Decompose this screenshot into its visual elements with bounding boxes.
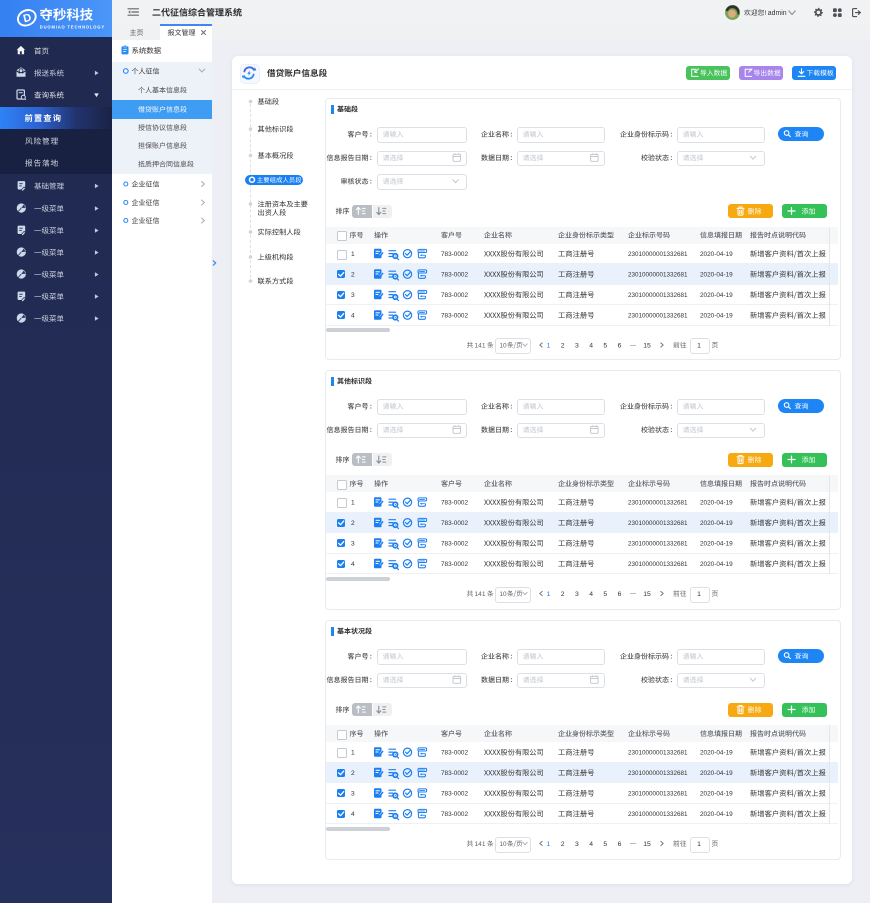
- svg-text:2: 2: [561, 841, 565, 848]
- svg-text:783-0002: 783-0002: [441, 770, 468, 777]
- svg-text:4: 4: [589, 841, 593, 848]
- svg-text:3: 3: [351, 541, 355, 548]
- svg-text:4: 4: [351, 561, 355, 568]
- svg-text:23010000001332681: 23010000001332681: [628, 561, 688, 568]
- svg-text:2020-04-19: 2020-04-19: [700, 313, 733, 320]
- svg-text:783-0002: 783-0002: [441, 561, 468, 568]
- svg-text:2020-04-19: 2020-04-19: [700, 520, 733, 527]
- svg-text:23010000001332681: 23010000001332681: [628, 292, 688, 299]
- svg-text:2: 2: [561, 591, 565, 598]
- svg-text:2: 2: [351, 272, 355, 279]
- svg-text:4: 4: [589, 342, 593, 349]
- svg-text:141: 141: [475, 841, 486, 848]
- svg-text:23010000001332681: 23010000001332681: [628, 770, 688, 777]
- svg-text:15: 15: [643, 841, 651, 848]
- svg-text:23010000001332681: 23010000001332681: [628, 251, 688, 258]
- svg-text:783-0002: 783-0002: [441, 313, 468, 320]
- svg-text:2020-04-19: 2020-04-19: [700, 251, 733, 258]
- svg-text:4: 4: [351, 811, 355, 818]
- svg-text:—: —: [630, 841, 637, 848]
- svg-text:2: 2: [351, 520, 355, 527]
- svg-text:1: 1: [351, 500, 355, 507]
- svg-text:15: 15: [643, 591, 651, 598]
- svg-text:23010000001332681: 23010000001332681: [628, 271, 688, 278]
- svg-text:23010000001332681: 23010000001332681: [628, 499, 688, 506]
- svg-text:2020-04-19: 2020-04-19: [700, 272, 733, 279]
- svg-text:783-0002: 783-0002: [441, 292, 468, 299]
- svg-text:1: 1: [697, 841, 701, 848]
- svg-text:1: 1: [547, 841, 551, 848]
- svg-text:783-0002: 783-0002: [441, 251, 468, 258]
- svg-text:23010000001332681: 23010000001332681: [628, 520, 688, 527]
- svg-text:4: 4: [589, 591, 593, 598]
- svg-text:DUOMIAO TECHNOLOGY: DUOMIAO TECHNOLOGY: [40, 24, 105, 29]
- svg-text:5: 5: [603, 841, 607, 848]
- svg-text:1: 1: [547, 342, 551, 349]
- svg-text:3: 3: [351, 791, 355, 798]
- svg-text:15: 15: [643, 342, 651, 349]
- svg-text:2020-04-19: 2020-04-19: [700, 541, 733, 548]
- svg-text:23010000001332681: 23010000001332681: [628, 749, 688, 756]
- svg-text:2020-04-19: 2020-04-19: [700, 811, 733, 818]
- svg-text:783-0002: 783-0002: [441, 791, 468, 798]
- svg-text:10: 10: [500, 841, 508, 848]
- svg-text:2020-04-19: 2020-04-19: [700, 750, 733, 757]
- svg-text:1: 1: [547, 591, 551, 598]
- svg-text:2020-04-19: 2020-04-19: [700, 561, 733, 568]
- svg-text:3: 3: [575, 591, 579, 598]
- svg-text:2: 2: [561, 342, 565, 349]
- svg-text:1: 1: [697, 591, 701, 598]
- svg-text:5: 5: [603, 342, 607, 349]
- svg-text:1: 1: [351, 750, 355, 757]
- svg-text:10: 10: [500, 591, 508, 598]
- svg-text:5: 5: [603, 591, 607, 598]
- svg-text:141: 141: [475, 342, 486, 349]
- svg-text:3: 3: [575, 342, 579, 349]
- svg-text:4: 4: [351, 313, 355, 320]
- svg-text:1: 1: [351, 251, 355, 258]
- svg-text:2: 2: [351, 770, 355, 777]
- svg-text:2020-04-19: 2020-04-19: [700, 292, 733, 299]
- svg-text:783-0002: 783-0002: [441, 500, 468, 507]
- svg-text:10: 10: [500, 342, 508, 349]
- svg-text:admin: admin: [768, 10, 787, 17]
- svg-text:1: 1: [697, 342, 701, 349]
- svg-text:—: —: [630, 591, 637, 598]
- svg-text:23010000001332681: 23010000001332681: [628, 811, 688, 818]
- svg-text:6: 6: [618, 591, 622, 598]
- svg-text:2020-04-19: 2020-04-19: [700, 791, 733, 798]
- svg-text:!: !: [765, 10, 767, 17]
- svg-text:141: 141: [475, 591, 486, 598]
- svg-text:23010000001332681: 23010000001332681: [628, 540, 688, 547]
- svg-text:6: 6: [618, 841, 622, 848]
- svg-text:23010000001332681: 23010000001332681: [628, 790, 688, 797]
- svg-text:2020-04-19: 2020-04-19: [700, 500, 733, 507]
- svg-text:783-0002: 783-0002: [441, 750, 468, 757]
- svg-text:—: —: [630, 342, 637, 349]
- svg-text:2020-04-19: 2020-04-19: [700, 770, 733, 777]
- svg-text:23010000001332681: 23010000001332681: [628, 312, 688, 319]
- svg-text:783-0002: 783-0002: [441, 520, 468, 527]
- svg-text:783-0002: 783-0002: [441, 272, 468, 279]
- svg-text:6: 6: [618, 342, 622, 349]
- svg-text:783-0002: 783-0002: [441, 811, 468, 818]
- svg-text:3: 3: [351, 292, 355, 299]
- svg-text:3: 3: [575, 841, 579, 848]
- svg-text:D: D: [22, 12, 33, 26]
- svg-text:783-0002: 783-0002: [441, 541, 468, 548]
